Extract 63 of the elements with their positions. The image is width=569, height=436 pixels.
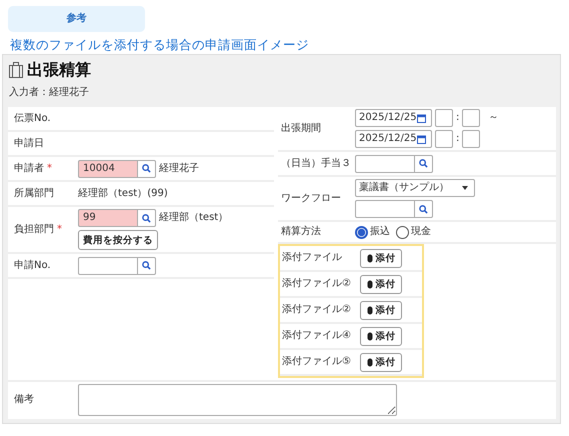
hour-field[interactable] (435, 130, 453, 148)
lookup-name: 経理部（test） (159, 212, 228, 224)
search-icon (142, 261, 151, 270)
hour-field[interactable] (435, 109, 453, 127)
minute-field[interactable] (462, 109, 480, 127)
field-label: 備考 (14, 394, 34, 405)
lookup-field[interactable] (78, 256, 138, 274)
search-icon (419, 204, 428, 214)
search-button[interactable] (138, 160, 156, 178)
field-label: 伝票No. (14, 112, 51, 124)
remarks-field[interactable] (78, 384, 397, 416)
required-mark: * (57, 224, 62, 234)
field-label: ワークフロー (281, 192, 341, 204)
field-label: 添付ファイル (282, 252, 342, 263)
calendar-icon (417, 134, 426, 144)
field-label: 負担部門 (14, 224, 54, 234)
attach-button[interactable]: 添付 (360, 300, 402, 320)
field-label: 申請日 (14, 138, 44, 148)
date-field[interactable]: 2025/12/25 (355, 109, 432, 127)
lookup-field[interactable]: 10004 (78, 160, 138, 178)
field-label: 添付ファイル⑤ (282, 356, 351, 367)
field-label: 添付ファイル② (282, 278, 351, 289)
minute-field[interactable] (462, 130, 480, 148)
field-label: 申請者 (14, 162, 44, 174)
clipboard-icon (9, 62, 23, 78)
field-label: 添付ファイル② (282, 304, 351, 315)
lookup-field[interactable]: 99 (78, 209, 138, 227)
search-icon (142, 164, 151, 173)
range-tilde: ～ (488, 112, 498, 124)
entered-by-text: 入力者：経理花子 (9, 87, 90, 99)
attach-button[interactable]: 添付 (360, 326, 402, 346)
time-separator: : (456, 133, 460, 145)
calendar-icon (417, 114, 426, 122)
field-label: 添付ファイル④ (282, 330, 351, 341)
date-field[interactable]: 2025/12/25 (355, 130, 432, 148)
field-label: 精算方法 (281, 226, 321, 237)
allocate-button[interactable]: 費用を按分する (78, 230, 158, 250)
search-button[interactable] (138, 209, 156, 227)
attach-button[interactable]: 添付 (360, 274, 402, 294)
lookup-name: 経理花子 (159, 162, 199, 174)
search-icon (419, 159, 428, 168)
lookup-field[interactable] (355, 200, 415, 218)
caret-icon (462, 186, 468, 190)
field-label: 申請No. (14, 260, 51, 270)
lookup-field[interactable] (355, 154, 415, 172)
search-button[interactable] (138, 256, 156, 274)
required-mark: * (47, 162, 52, 174)
attach-button[interactable]: 添付 (360, 248, 402, 268)
search-icon (142, 214, 151, 222)
field-label: 所属部門 (14, 188, 54, 198)
workflow-select[interactable]: 稟議書（サンプル） (355, 179, 475, 197)
search-button[interactable] (415, 154, 433, 172)
caption-text: 複数のファイルを添付する場合の申請画面イメージ (10, 39, 310, 51)
attach-button[interactable]: 添付 (360, 352, 402, 372)
field-label: （日当）手当３ (281, 158, 351, 168)
reference-tab[interactable]: 参考 (8, 6, 145, 32)
search-button[interactable] (415, 200, 433, 218)
field-value: 経理部（test）(99) (78, 188, 168, 200)
form-title: 出張精算 (27, 64, 91, 76)
time-separator: : (456, 112, 460, 124)
payment-radio[interactable]: 現金 (396, 226, 431, 238)
payment-radio[interactable]: 振込 (355, 226, 390, 238)
field-label: 出張期間 (281, 122, 321, 134)
